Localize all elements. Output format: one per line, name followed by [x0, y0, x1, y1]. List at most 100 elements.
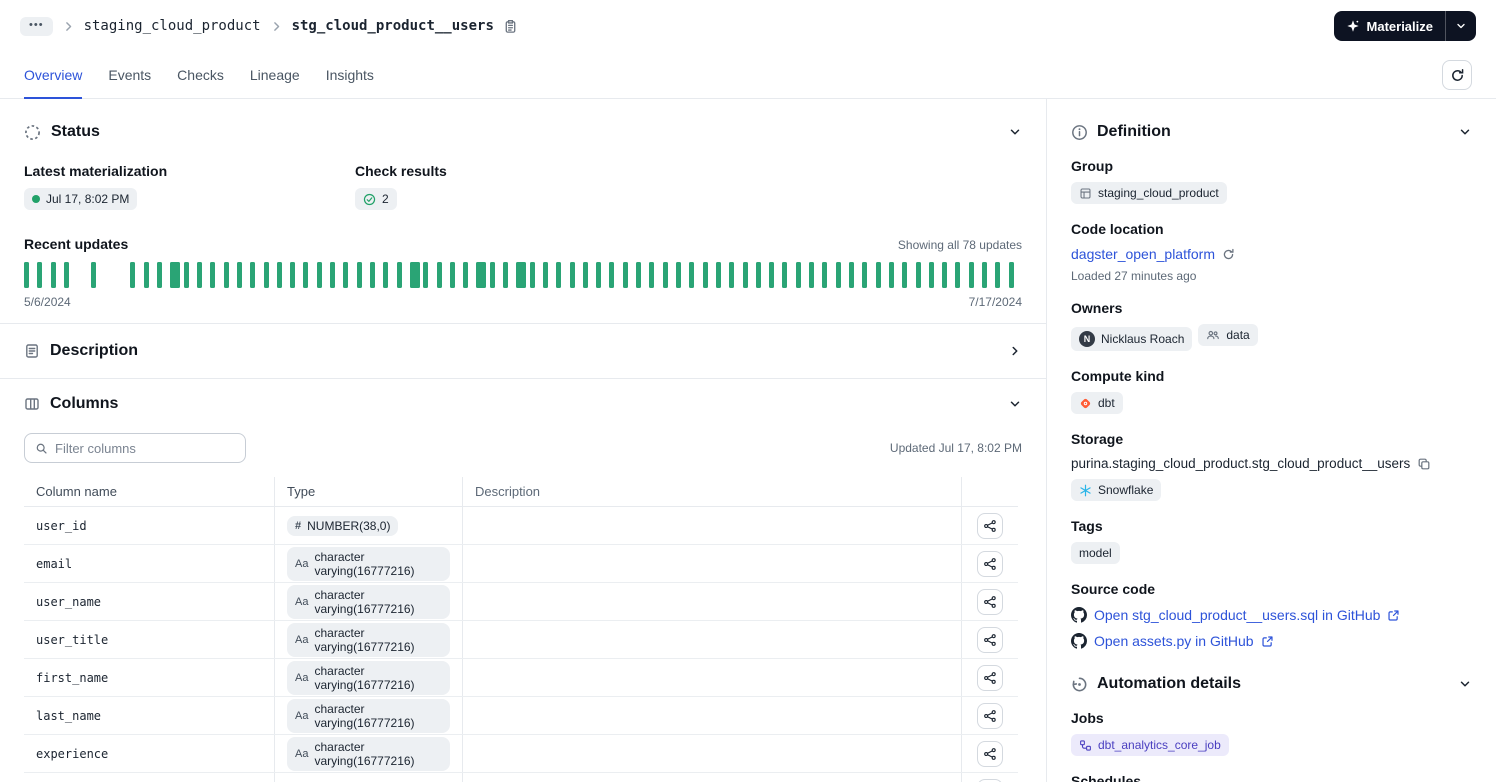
update-bar[interactable]: [556, 262, 562, 288]
update-bar[interactable]: [888, 262, 894, 288]
update-bar[interactable]: [582, 262, 588, 288]
update-bar[interactable]: [383, 262, 389, 288]
update-bar[interactable]: [715, 262, 721, 288]
tab-lineage[interactable]: Lineage: [250, 52, 300, 98]
update-bar[interactable]: [875, 262, 881, 288]
update-bar[interactable]: [24, 262, 29, 288]
tab-insights[interactable]: Insights: [326, 52, 374, 98]
column-lineage-button[interactable]: [977, 664, 1003, 691]
column-lineage-button[interactable]: [977, 512, 1003, 539]
update-bar[interactable]: [210, 262, 216, 288]
column-lineage-button[interactable]: [977, 550, 1003, 577]
update-bar[interactable]: [250, 262, 256, 288]
update-bar[interactable]: [769, 262, 775, 288]
update-bar[interactable]: [915, 262, 921, 288]
latest-materialization-badge[interactable]: Jul 17, 8:02 PM: [24, 188, 138, 210]
update-bar[interactable]: [276, 262, 282, 288]
update-bar[interactable]: [849, 262, 854, 288]
update-bar[interactable]: [782, 262, 788, 288]
update-bar[interactable]: [995, 262, 1001, 288]
update-bar[interactable]: [662, 262, 668, 288]
definition-collapse-button[interactable]: [1458, 125, 1472, 139]
column-lineage-button[interactable]: [977, 778, 1003, 782]
owner-user-badge[interactable]: N Nicklaus Roach: [1071, 327, 1193, 351]
update-bar[interactable]: [63, 262, 69, 288]
update-bar[interactable]: [795, 262, 801, 288]
column-lineage-button[interactable]: [977, 626, 1003, 653]
source-sql-link[interactable]: Open stg_cloud_product__users.sql in Git…: [1094, 607, 1380, 623]
update-bar[interactable]: [143, 262, 149, 288]
update-bar[interactable]: [689, 262, 695, 288]
column-lineage-button[interactable]: [977, 740, 1003, 767]
update-bar[interactable]: [835, 262, 841, 288]
owner-team-badge[interactable]: data: [1198, 324, 1258, 346]
update-bar[interactable]: [157, 262, 163, 288]
copy-icon[interactable]: [1417, 457, 1431, 471]
materialize-dropdown-caret[interactable]: [1446, 11, 1476, 41]
update-bar[interactable]: [982, 262, 988, 288]
reload-location-icon[interactable]: [1222, 248, 1235, 261]
column-lineage-button[interactable]: [977, 588, 1003, 615]
update-bar[interactable]: [928, 262, 934, 288]
breadcrumb-group-link[interactable]: staging_cloud_product: [84, 18, 261, 34]
update-bar[interactable]: [90, 262, 96, 288]
update-bar[interactable]: [676, 262, 682, 288]
update-bar[interactable]: [130, 262, 136, 288]
job-badge[interactable]: dbt_analytics_core_job: [1071, 734, 1229, 756]
code-location-link[interactable]: dagster_open_platform: [1071, 246, 1215, 262]
refresh-button[interactable]: [1442, 60, 1472, 90]
breadcrumb-ellipsis-button[interactable]: •••: [20, 16, 53, 36]
update-bar[interactable]: [303, 262, 309, 288]
update-bar[interactable]: [409, 262, 420, 288]
update-bar[interactable]: [196, 262, 202, 288]
update-bar[interactable]: [170, 262, 181, 288]
storage-kind-badge[interactable]: Snowflake: [1071, 479, 1162, 501]
update-bar[interactable]: [50, 262, 56, 288]
update-bar[interactable]: [290, 262, 296, 288]
update-bar[interactable]: [529, 262, 535, 288]
update-bar[interactable]: [503, 262, 509, 288]
tag-badge[interactable]: model: [1071, 542, 1120, 564]
update-bar[interactable]: [809, 262, 815, 288]
update-bar[interactable]: [822, 262, 828, 288]
update-bar[interactable]: [423, 262, 429, 288]
update-bar[interactable]: [609, 262, 615, 288]
columns-collapse-button[interactable]: [1008, 397, 1022, 411]
update-bar[interactable]: [942, 262, 948, 288]
update-bar[interactable]: [516, 262, 527, 288]
update-bar[interactable]: [955, 262, 961, 288]
update-bar[interactable]: [236, 262, 242, 288]
update-bar[interactable]: [968, 262, 974, 288]
external-link-icon[interactable]: [1387, 609, 1400, 622]
update-bar[interactable]: [569, 262, 575, 288]
update-bar[interactable]: [476, 262, 487, 288]
update-bar[interactable]: [369, 262, 375, 288]
update-bar[interactable]: [742, 262, 748, 288]
update-bar[interactable]: [37, 262, 43, 288]
materialize-button[interactable]: Materialize: [1334, 11, 1445, 41]
update-bar[interactable]: [702, 262, 708, 288]
update-bar[interactable]: [862, 262, 868, 288]
update-bar[interactable]: [649, 262, 655, 288]
update-bar[interactable]: [489, 262, 495, 288]
update-bar[interactable]: [1008, 262, 1014, 288]
update-bar[interactable]: [436, 262, 442, 288]
update-bar[interactable]: [596, 262, 602, 288]
update-bar[interactable]: [449, 262, 455, 288]
description-expand-button[interactable]: [1008, 344, 1022, 358]
update-bar[interactable]: [729, 262, 735, 288]
status-collapse-button[interactable]: [1008, 125, 1022, 139]
update-bar[interactable]: [183, 262, 189, 288]
update-bar[interactable]: [223, 262, 229, 288]
update-bar[interactable]: [343, 262, 349, 288]
update-bar[interactable]: [330, 262, 336, 288]
tab-checks[interactable]: Checks: [177, 52, 224, 98]
update-bar[interactable]: [902, 262, 908, 288]
update-bar[interactable]: [755, 262, 761, 288]
automation-collapse-button[interactable]: [1458, 677, 1472, 691]
filter-columns-input[interactable]: [55, 440, 235, 456]
external-link-icon[interactable]: [1261, 635, 1274, 648]
update-bar[interactable]: [622, 262, 628, 288]
update-bar[interactable]: [542, 262, 548, 288]
source-assets-link[interactable]: Open assets.py in GitHub: [1094, 633, 1254, 649]
